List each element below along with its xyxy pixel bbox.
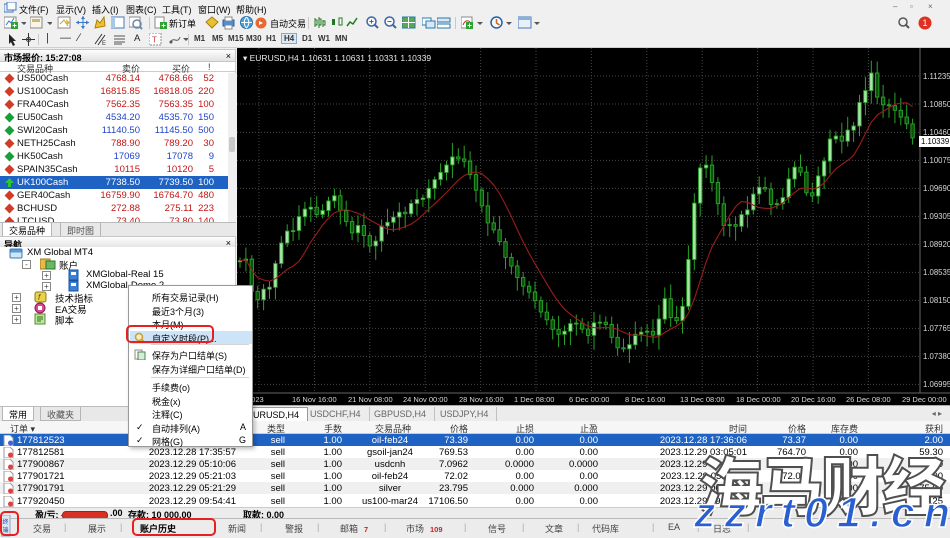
svg-text:E: E: [102, 41, 106, 46]
svg-text:1: 1: [923, 18, 928, 28]
svg-text:T: T: [152, 36, 157, 45]
